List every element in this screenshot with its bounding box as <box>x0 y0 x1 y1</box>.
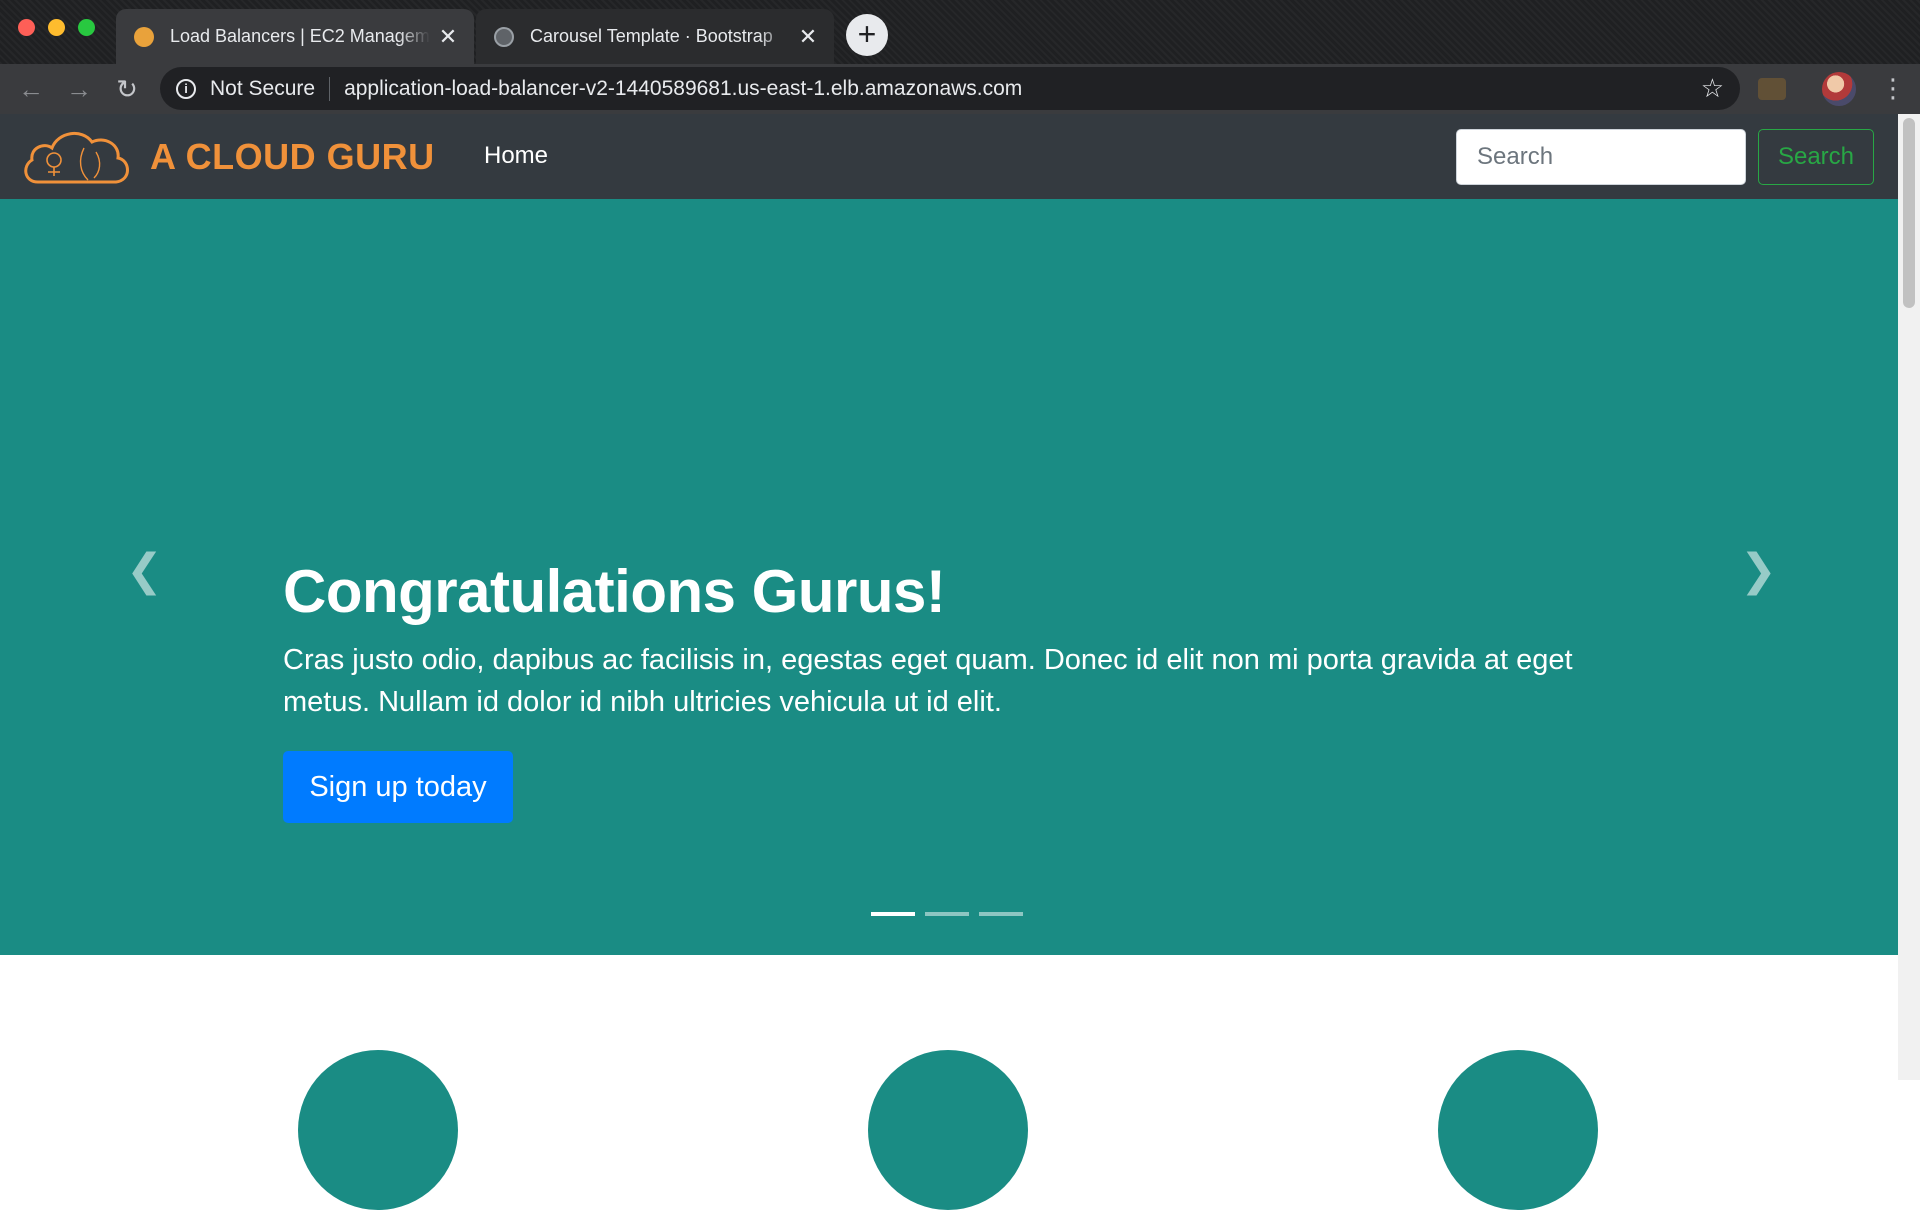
tab-carousel-template[interactable]: Carousel Template · Bootstrap ✕ <box>476 9 834 64</box>
feature-image-circle <box>298 1050 458 1210</box>
cloud-logo-icon[interactable] <box>20 126 134 188</box>
new-tab-button[interactable]: + <box>846 14 888 56</box>
forward-icon[interactable]: → <box>62 72 96 106</box>
feature-image-circle <box>868 1050 1028 1210</box>
omnibox-divider <box>329 76 331 101</box>
search-input[interactable] <box>1456 129 1746 185</box>
window-close-button[interactable] <box>18 19 35 36</box>
tab-title: Carousel Template · Bootstrap <box>530 26 773 46</box>
brand-name[interactable]: A CLOUD GURU <box>150 136 435 178</box>
aws-favicon-icon <box>134 26 154 47</box>
search-button[interactable]: Search <box>1758 129 1874 185</box>
window-maximize-button[interactable] <box>78 19 95 36</box>
window-minimize-button[interactable] <box>48 19 65 36</box>
back-icon[interactable]: ← <box>14 72 48 106</box>
browser-tab-strip: Load Balancers | EC2 Management Console … <box>0 0 1920 64</box>
tab-close-icon[interactable]: ✕ <box>796 24 820 50</box>
carousel-indicator[interactable] <box>925 912 969 916</box>
tab-title: Load Balancers | EC2 Management Console <box>170 26 430 46</box>
reload-icon[interactable]: ↻ <box>110 72 144 106</box>
scrollbar-thumb[interactable] <box>1903 118 1915 308</box>
carousel-text: Cras justo odio, dapibus ac facilisis in… <box>283 644 1573 718</box>
carousel-indicator[interactable] <box>979 912 1023 916</box>
nav-link-home[interactable]: Home <box>484 142 548 170</box>
profile-avatar[interactable] <box>1822 72 1856 106</box>
globe-favicon-icon <box>494 26 514 47</box>
tab-close-icon[interactable]: ✕ <box>436 24 460 50</box>
address-bar[interactable]: i Not Secure application-load-balancer-v… <box>160 67 1740 110</box>
sign-up-button[interactable]: Sign up today <box>283 751 513 823</box>
chevron-right-icon[interactable]: ❯ <box>1740 549 1777 593</box>
security-label[interactable]: Not Secure <box>210 77 315 101</box>
carousel-indicator[interactable] <box>871 912 915 916</box>
url-text[interactable]: application-load-balancer-v2-1440589681.… <box>344 77 1701 101</box>
site-navbar: A CLOUD GURU Home Search <box>0 114 1898 199</box>
info-icon[interactable]: i <box>176 78 196 99</box>
carousel-indicators <box>871 912 1023 916</box>
tab-load-balancers[interactable]: Load Balancers | EC2 Management Console … <box>116 9 474 64</box>
feature-image-circle <box>1438 1050 1598 1210</box>
extension-icon[interactable] <box>1758 78 1786 100</box>
hero-carousel: ❮ ❯ Congratulations Gurus! Cras justo od… <box>0 199 1898 955</box>
carousel-heading: Congratulations Gurus! <box>283 558 946 625</box>
chevron-left-icon[interactable]: ❮ <box>126 549 163 593</box>
more-menu-icon[interactable]: ⋮ <box>1880 70 1906 106</box>
browser-toolbar: ← → ↻ i Not Secure application-load-bala… <box>0 64 1920 114</box>
star-icon[interactable]: ☆ <box>1701 73 1724 104</box>
